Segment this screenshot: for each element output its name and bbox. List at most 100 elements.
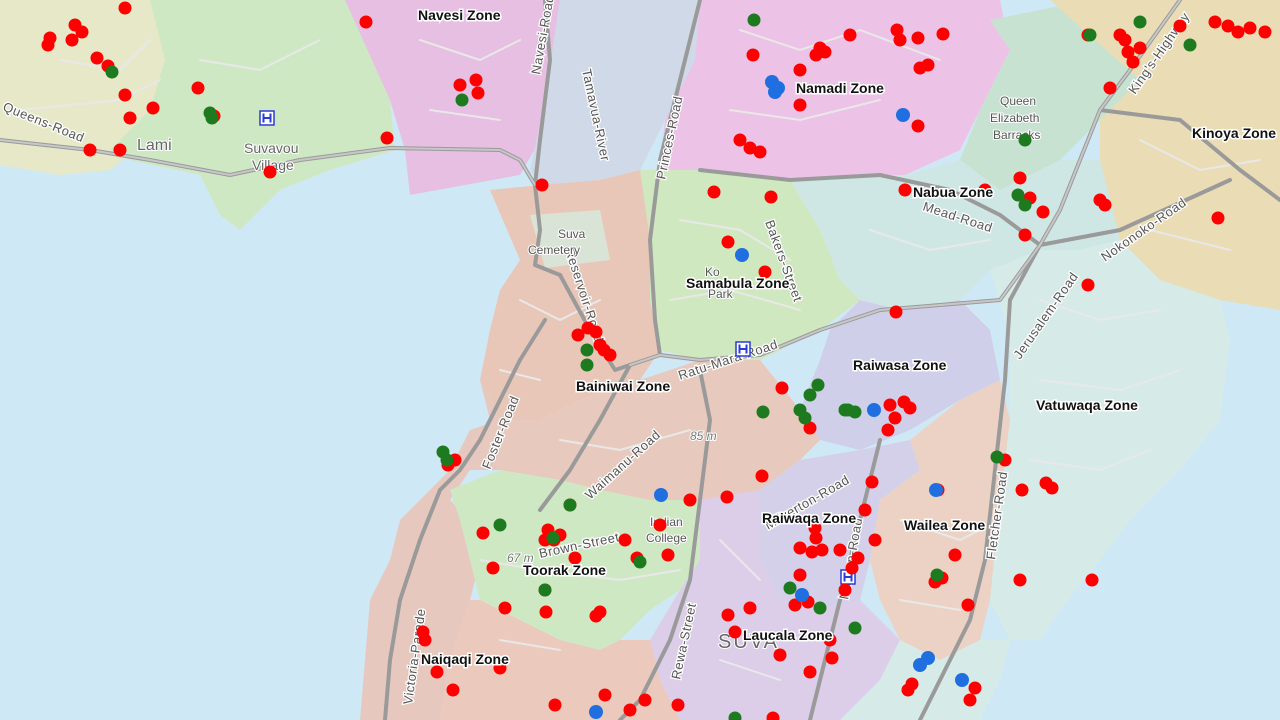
zone-label-bainiwai[interactable]: Bainiwai Zone bbox=[575, 377, 672, 396]
marker-red[interactable] bbox=[881, 423, 895, 437]
marker-red[interactable] bbox=[746, 48, 760, 62]
zone-label-kinoya[interactable]: Kinoya Zone bbox=[1191, 124, 1278, 143]
marker-red[interactable] bbox=[764, 190, 778, 204]
marker-red[interactable] bbox=[845, 561, 859, 575]
marker-red[interactable] bbox=[1018, 228, 1032, 242]
marker-red[interactable] bbox=[775, 381, 789, 395]
marker-red[interactable] bbox=[803, 665, 817, 679]
marker-red[interactable] bbox=[1085, 573, 1099, 587]
marker-red[interactable] bbox=[1081, 278, 1095, 292]
marker-red[interactable] bbox=[1231, 25, 1245, 39]
marker-red[interactable] bbox=[539, 605, 553, 619]
marker-red[interactable] bbox=[593, 605, 607, 619]
marker-red[interactable] bbox=[118, 1, 132, 15]
marker-green[interactable] bbox=[493, 518, 507, 532]
marker-blue[interactable] bbox=[795, 588, 809, 602]
marker-red[interactable] bbox=[793, 541, 807, 555]
zone-label-navesi[interactable]: Navesi Zone bbox=[417, 6, 503, 25]
marker-green[interactable] bbox=[1018, 198, 1032, 212]
marker-red[interactable] bbox=[838, 583, 852, 597]
marker-red[interactable] bbox=[498, 601, 512, 615]
marker-red[interactable] bbox=[1103, 81, 1117, 95]
marker-red[interactable] bbox=[535, 178, 549, 192]
marker-red[interactable] bbox=[755, 469, 769, 483]
marker-red[interactable] bbox=[123, 111, 137, 125]
marker-red[interactable] bbox=[818, 45, 832, 59]
marker-blue[interactable] bbox=[929, 483, 943, 497]
marker-red[interactable] bbox=[618, 533, 632, 547]
marker-red[interactable] bbox=[1126, 55, 1140, 69]
marker-red[interactable] bbox=[593, 338, 607, 352]
marker-red[interactable] bbox=[146, 101, 160, 115]
marker-red[interactable] bbox=[868, 533, 882, 547]
marker-red[interactable] bbox=[903, 401, 917, 415]
marker-green[interactable] bbox=[440, 453, 454, 467]
marker-red[interactable] bbox=[858, 503, 872, 517]
marker-red[interactable] bbox=[888, 411, 902, 425]
marker-red[interactable] bbox=[1173, 19, 1187, 33]
marker-red[interactable] bbox=[469, 73, 483, 87]
marker-green[interactable] bbox=[813, 601, 827, 615]
marker-red[interactable] bbox=[898, 183, 912, 197]
marker-red[interactable] bbox=[1013, 171, 1027, 185]
map-canvas[interactable]: Queens-Road Navesi-Road Tamavua-River Pr… bbox=[0, 0, 1280, 720]
marker-red[interactable] bbox=[453, 78, 467, 92]
marker-blue[interactable] bbox=[921, 651, 935, 665]
marker-red[interactable] bbox=[721, 235, 735, 249]
marker-green[interactable] bbox=[811, 378, 825, 392]
marker-red[interactable] bbox=[1036, 205, 1050, 219]
marker-red[interactable] bbox=[1208, 15, 1222, 29]
zone-label-vatuwaqa[interactable]: Vatuwaqa Zone bbox=[1035, 396, 1140, 415]
zone-label-laucala[interactable]: Laucala Zone bbox=[742, 626, 835, 645]
marker-blue[interactable] bbox=[955, 673, 969, 687]
marker-red[interactable] bbox=[825, 651, 839, 665]
marker-red[interactable] bbox=[661, 548, 675, 562]
marker-red[interactable] bbox=[430, 665, 444, 679]
marker-red[interactable] bbox=[720, 490, 734, 504]
marker-red[interactable] bbox=[793, 63, 807, 77]
marker-red[interactable] bbox=[793, 98, 807, 112]
marker-green[interactable] bbox=[756, 405, 770, 419]
marker-green[interactable] bbox=[930, 568, 944, 582]
marker-red[interactable] bbox=[653, 518, 667, 532]
marker-green[interactable] bbox=[546, 531, 560, 545]
marker-red[interactable] bbox=[1243, 21, 1257, 35]
marker-red[interactable] bbox=[921, 58, 935, 72]
zone-label-toorak[interactable]: Toorak Zone bbox=[522, 561, 608, 580]
marker-red[interactable] bbox=[1098, 198, 1112, 212]
marker-blue[interactable] bbox=[896, 108, 910, 122]
marker-red[interactable] bbox=[1211, 211, 1225, 225]
marker-red[interactable] bbox=[548, 698, 562, 712]
zone-label-nabua[interactable]: Nabua Zone bbox=[912, 183, 995, 202]
zone-label-samabula[interactable]: Samabula Zone bbox=[685, 274, 792, 293]
marker-green[interactable] bbox=[455, 93, 469, 107]
marker-red[interactable] bbox=[380, 131, 394, 145]
marker-red[interactable] bbox=[961, 598, 975, 612]
marker-red[interactable] bbox=[83, 143, 97, 157]
marker-red[interactable] bbox=[418, 633, 432, 647]
marker-red[interactable] bbox=[753, 145, 767, 159]
marker-red[interactable] bbox=[865, 475, 879, 489]
marker-blue[interactable] bbox=[768, 85, 782, 99]
zone-label-naiqaqi[interactable]: Naiqaqi Zone bbox=[420, 650, 511, 669]
marker-red[interactable] bbox=[113, 143, 127, 157]
marker-red[interactable] bbox=[476, 526, 490, 540]
marker-red[interactable] bbox=[743, 601, 757, 615]
marker-red[interactable] bbox=[833, 543, 847, 557]
marker-green[interactable] bbox=[990, 450, 1004, 464]
marker-green[interactable] bbox=[563, 498, 577, 512]
marker-red[interactable] bbox=[90, 51, 104, 65]
marker-red[interactable] bbox=[1118, 33, 1132, 47]
marker-red[interactable] bbox=[118, 88, 132, 102]
marker-red[interactable] bbox=[603, 348, 617, 362]
marker-green[interactable] bbox=[1133, 15, 1147, 29]
marker-red[interactable] bbox=[809, 531, 823, 545]
marker-green[interactable] bbox=[747, 13, 761, 27]
marker-red[interactable] bbox=[773, 648, 787, 662]
zone-label-namadi[interactable]: Namadi Zone bbox=[795, 79, 886, 98]
marker-green[interactable] bbox=[783, 581, 797, 595]
marker-red[interactable] bbox=[65, 33, 79, 47]
marker-red[interactable] bbox=[843, 28, 857, 42]
marker-red[interactable] bbox=[728, 625, 742, 639]
marker-green[interactable] bbox=[538, 583, 552, 597]
